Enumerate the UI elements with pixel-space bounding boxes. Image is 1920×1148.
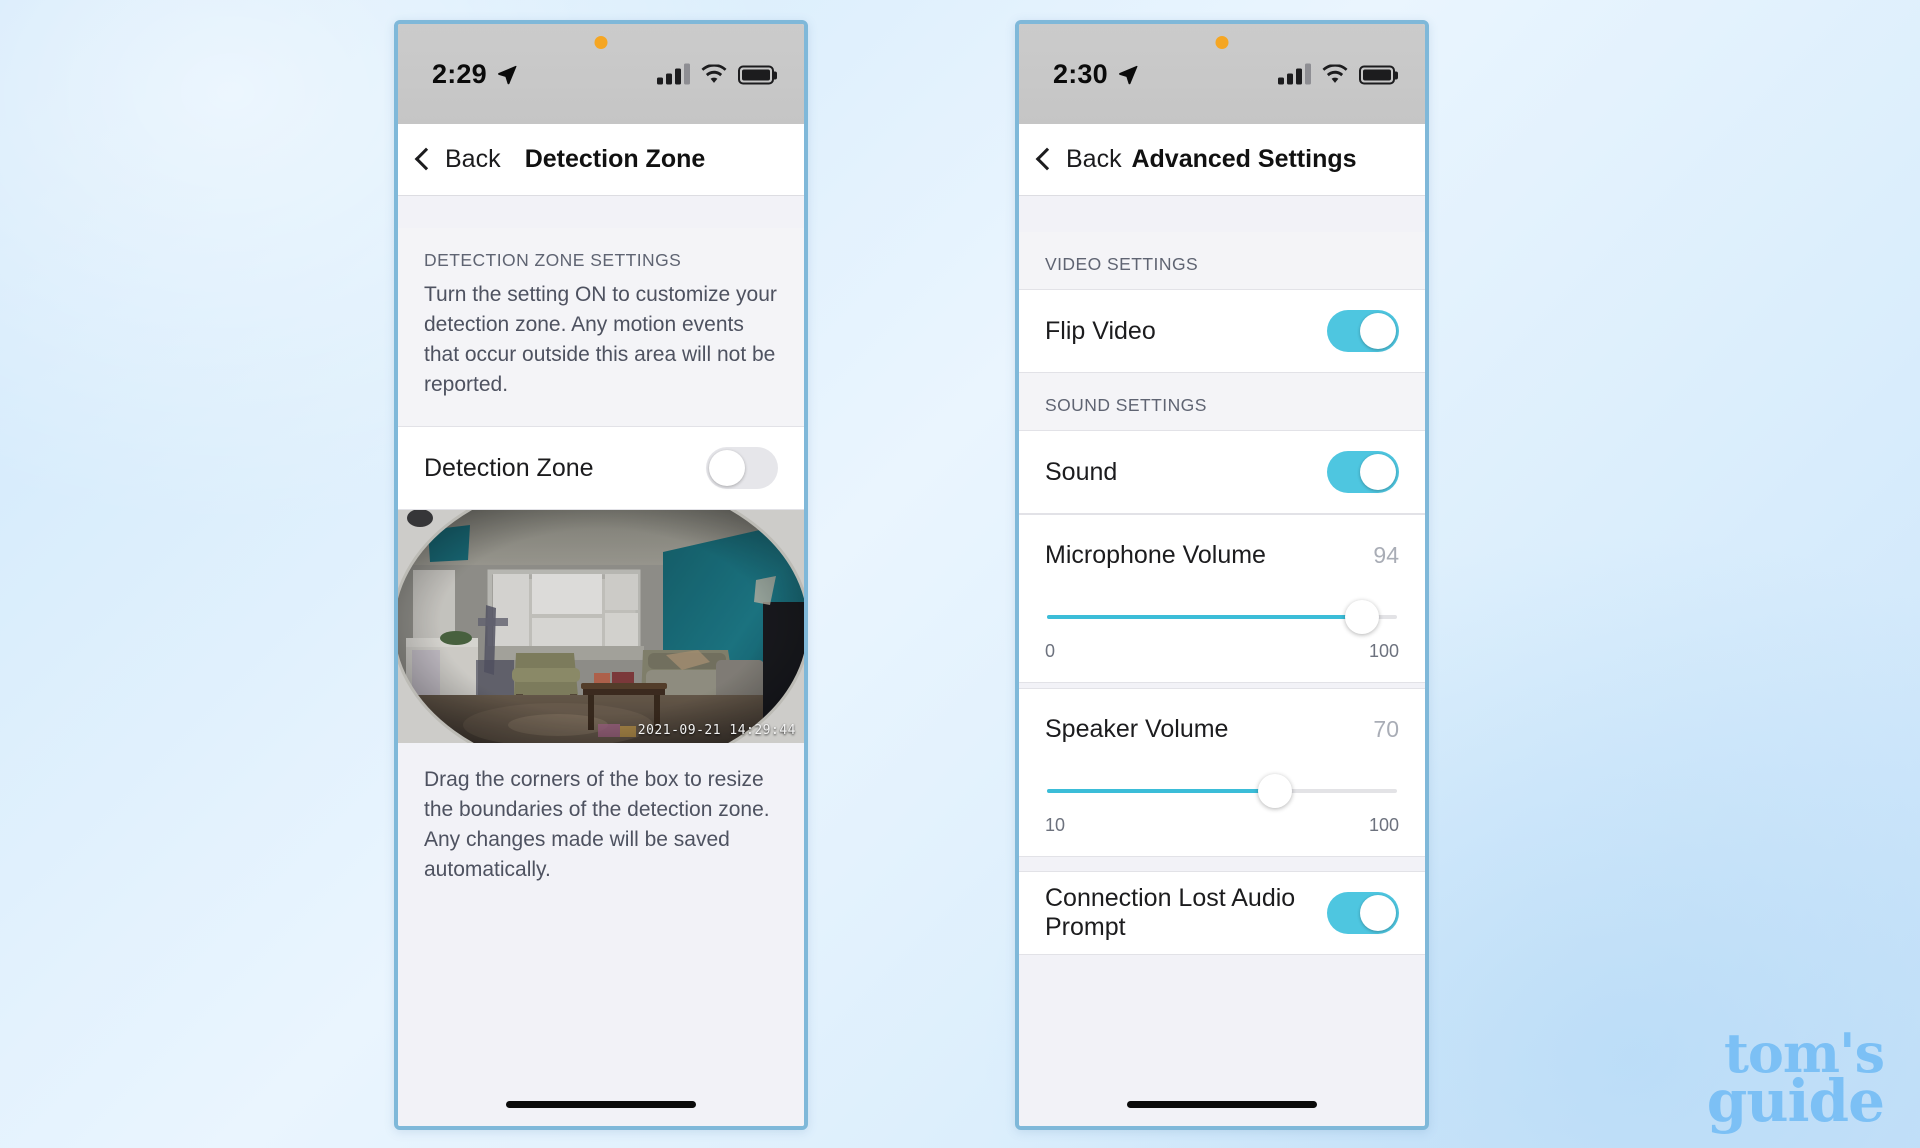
- microphone-volume-range: 0 100: [1045, 641, 1399, 662]
- home-indicator[interactable]: [1127, 1101, 1317, 1108]
- cellular-signal-icon: [1278, 63, 1311, 85]
- orange-privacy-dot-icon: [594, 36, 608, 49]
- speaker-volume-value: 70: [1373, 716, 1399, 742]
- connection-lost-audio-prompt-row[interactable]: Connection Lost Audio Prompt: [1019, 871, 1425, 955]
- chevron-left-icon: [1035, 147, 1059, 171]
- status-bar-time: 2:29: [432, 58, 487, 89]
- location-arrow-icon: [1118, 65, 1138, 85]
- flip-video-row[interactable]: Flip Video: [1019, 289, 1425, 373]
- slider-fill: [1047, 615, 1362, 619]
- microphone-volume-card: Microphone Volume 94 0 100: [1019, 514, 1425, 683]
- status-bar: 2:29: [398, 24, 804, 124]
- screen-content: VIDEO SETTINGS Flip Video SOUND SETTINGS…: [1019, 196, 1425, 1126]
- sound-row[interactable]: Sound: [1019, 430, 1425, 514]
- detection-zone-label: Detection Zone: [424, 453, 594, 482]
- camera-preview-image: [398, 510, 804, 744]
- chevron-left-icon: [414, 147, 438, 171]
- speaker-volume-slider[interactable]: [1047, 774, 1397, 808]
- watermark-line-2: guide: [1706, 1066, 1885, 1135]
- navigation-bar: Back Advanced Settings: [1019, 124, 1425, 196]
- microphone-volume-header: Microphone Volume 94: [1045, 541, 1399, 570]
- section-description: Turn the setting ON to customize your de…: [424, 283, 777, 397]
- background-wash: [0, 0, 1920, 1148]
- microphone-volume-slider[interactable]: [1047, 600, 1397, 634]
- phone-screenshot-advanced-settings: 2:30 Back Advanced Settings VIDEO SETTIN…: [1015, 20, 1429, 1130]
- section-header: DETECTION ZONE SETTINGS: [424, 250, 682, 270]
- flip-video-toggle[interactable]: [1327, 310, 1399, 352]
- navigation-bar: Back Detection Zone: [398, 124, 804, 196]
- connection-lost-audio-prompt-toggle[interactable]: [1327, 892, 1399, 934]
- back-button[interactable]: Back: [398, 145, 501, 174]
- toggle-knob: [1360, 313, 1396, 349]
- status-bar-time-group: 2:30: [1053, 59, 1139, 90]
- sound-toggle[interactable]: [1327, 451, 1399, 493]
- battery-icon: [1359, 65, 1395, 85]
- speaker-volume-label: Speaker Volume: [1045, 715, 1229, 743]
- back-button-label: Back: [445, 145, 501, 173]
- cellular-signal-icon: [657, 63, 690, 85]
- phone-screenshot-detection-zone: 2:29 Back Detection Zone DETECTION ZONE …: [394, 20, 808, 1130]
- battery-icon: [738, 65, 774, 85]
- toggle-knob: [709, 450, 745, 487]
- content-top-gap: [398, 196, 804, 228]
- detection-zone-settings-section: DETECTION ZONE SETTINGS Turn the setting…: [398, 228, 804, 427]
- status-bar-time-group: 2:29: [432, 59, 518, 90]
- back-button[interactable]: Back: [1019, 145, 1122, 174]
- slider-min-label: 10: [1045, 815, 1066, 835]
- wifi-icon: [1322, 64, 1348, 83]
- section-header: SOUND SETTINGS: [1045, 395, 1207, 415]
- speaker-volume-card: Speaker Volume 70 10 100: [1019, 688, 1425, 857]
- toggle-knob: [1360, 454, 1396, 490]
- slider-thumb[interactable]: [1257, 774, 1292, 808]
- status-bar: 2:30: [1019, 24, 1425, 124]
- camera-preview[interactable]: 2021-09-21 14:29:44: [398, 510, 804, 744]
- status-bar-indicators: [657, 63, 774, 85]
- video-settings-section-header: VIDEO SETTINGS: [1019, 232, 1425, 289]
- connection-lost-audio-prompt-label: Connection Lost Audio Prompt: [1045, 884, 1296, 941]
- speaker-volume-range: 10 100: [1045, 815, 1399, 836]
- slider-max-label: 100: [1368, 641, 1399, 661]
- back-button-label: Back: [1066, 145, 1122, 173]
- screen-content: DETECTION ZONE SETTINGS Turn the setting…: [398, 196, 804, 1126]
- detection-zone-toggle[interactable]: [706, 447, 778, 490]
- camera-timestamp: 2021-09-21 14:29:44: [637, 723, 796, 739]
- home-indicator[interactable]: [506, 1101, 696, 1108]
- wifi-icon: [701, 64, 727, 83]
- speaker-volume-header: Speaker Volume 70: [1045, 715, 1399, 744]
- status-bar-indicators: [1278, 63, 1395, 85]
- status-bar-time: 2:30: [1053, 58, 1108, 89]
- section-spacer: [1019, 857, 1425, 871]
- sound-settings-section-header: SOUND SETTINGS: [1019, 373, 1425, 430]
- detection-zone-toggle-row[interactable]: Detection Zone: [398, 426, 804, 511]
- detection-zone-caption: Drag the corners of the box to resize th…: [398, 743, 804, 912]
- slider-min-label: 0: [1045, 641, 1056, 661]
- slider-thumb[interactable]: [1345, 600, 1379, 634]
- location-arrow-icon: [497, 65, 517, 85]
- microphone-volume-value: 94: [1373, 542, 1399, 568]
- orange-privacy-dot-icon: [1215, 36, 1229, 49]
- toggle-knob: [1360, 895, 1396, 931]
- microphone-volume-label: Microphone Volume: [1045, 541, 1266, 569]
- flip-video-label: Flip Video: [1045, 316, 1156, 345]
- slider-max-label: 100: [1368, 815, 1399, 835]
- sound-label: Sound: [1045, 457, 1118, 486]
- toms-guide-watermark: tom's guide: [1706, 1026, 1885, 1135]
- slider-fill: [1047, 789, 1275, 793]
- content-top-gap: [1019, 196, 1425, 232]
- section-header: VIDEO SETTINGS: [1045, 254, 1199, 274]
